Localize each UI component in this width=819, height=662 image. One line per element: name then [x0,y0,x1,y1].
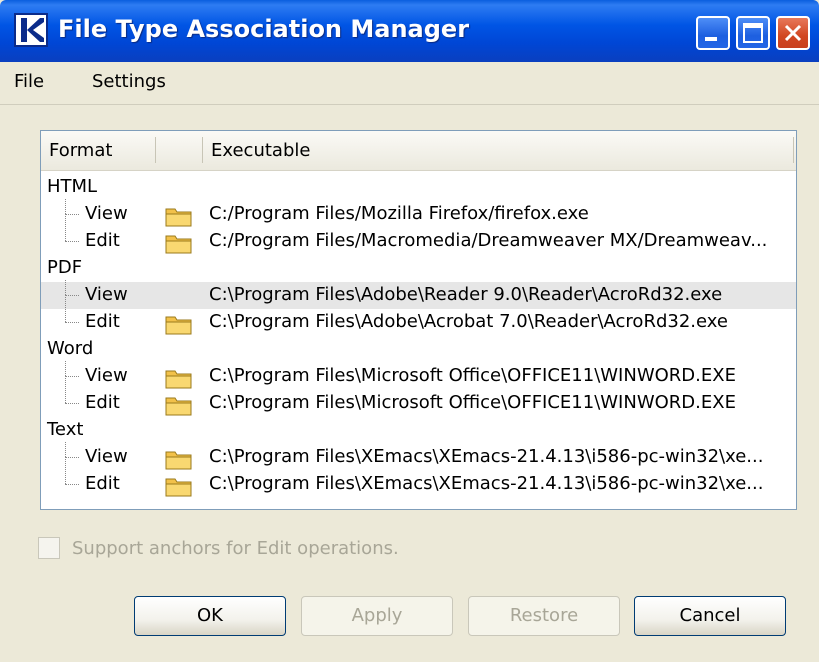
group-label: HTML [47,176,98,197]
folder-icon[interactable] [165,205,193,227]
executable-path: C:/Program Files/Macromedia/Dreamweaver … [209,230,768,251]
table-row[interactable]: Edit C:/Program Files/Macromedia/Dreamwea… [41,214,796,255]
tree-connector [65,376,79,377]
table-header: Format Executable [41,131,796,171]
tree-connector [65,376,66,403]
folder-icon[interactable] [165,475,193,497]
executable-path: C:\Program Files\Microsoft Office\OFFICE… [209,365,736,386]
tree-connector [65,199,66,214]
folder-icon[interactable] [165,232,193,254]
tree-connector [65,457,66,484]
tree-connector [65,442,66,457]
executable-path: C:\Program Files\XEmacs\XEmacs-21.4.13\i… [209,446,764,467]
title-bar[interactable]: File Type Association Manager [0,0,819,62]
maximize-icon [743,23,763,43]
column-header-icon[interactable] [156,131,202,169]
group-row[interactable]: Text [41,417,796,444]
action-label: Edit [85,230,120,251]
table-row[interactable]: View C:/Program Files/Mozilla Firefox/fir… [41,199,796,228]
window-title: File Type Association Manager [58,15,470,43]
tree-connector [65,295,79,296]
menu-bar: File Settings [0,62,819,105]
tree-connector [65,280,66,295]
action-label: Edit [85,473,120,494]
table-row[interactable]: Edit C:\Program Files\XEmacs\XEmacs-21.4.… [41,457,796,498]
tree-connector [65,214,66,241]
tree-connector [65,403,79,404]
menu-file[interactable]: File [14,71,44,92]
association-table[interactable]: Format Executable HTML View C:/Program Fil… [40,130,797,510]
app-logo-icon [14,13,48,47]
action-label: View [85,203,128,224]
minimize-button[interactable] [696,16,730,50]
action-label: View [85,284,128,305]
folder-icon[interactable] [165,367,193,389]
action-label: View [85,365,128,386]
folder-icon[interactable] [165,313,193,335]
cancel-button[interactable]: Cancel [634,596,786,636]
ok-button[interactable]: OK [134,596,286,636]
table-row[interactable]: Edit C:\Program Files\Microsoft Office\OF… [41,376,796,417]
executable-path: C:/Program Files/Mozilla Firefox/firefox… [209,203,589,224]
support-anchors-checkbox[interactable] [38,537,60,559]
restore-button[interactable]: Restore [468,596,620,636]
tree-connector [65,484,79,485]
executable-path: C:\Program Files\XEmacs\XEmacs-21.4.13\i… [209,473,764,494]
column-header-format[interactable]: Format [41,131,155,169]
minimize-icon [705,37,717,41]
executable-path: C:\Program Files\Microsoft Office\OFFICE… [209,392,736,413]
folder-icon[interactable] [165,394,193,416]
group-row[interactable]: PDF [41,255,796,282]
folder-icon[interactable] [165,448,193,470]
group-label: PDF [47,257,83,278]
tree-connector [65,214,79,215]
group-label: Text [47,419,84,440]
table-row[interactable]: Edit C:\Program Files\Adobe\Acrobat 7.0\R… [41,295,796,336]
group-label: Word [47,338,94,359]
tree-connector [65,457,79,458]
close-icon [784,24,802,42]
support-anchors-label: Support anchors for Edit operations. [72,538,399,559]
column-separator [793,137,794,163]
close-button[interactable] [776,16,810,50]
maximize-button[interactable] [736,16,770,50]
action-label: View [85,446,128,467]
action-label: Edit [85,311,120,332]
tree-connector [65,361,66,376]
table-row[interactable]: View C:\Program Files\Microsoft Office\OF… [41,361,796,390]
table-row[interactable]: View C:\Program Files\Adobe\Reader 9.0\Re… [41,280,796,309]
executable-path: C:\Program Files\Adobe\Reader 9.0\Reader… [209,284,723,305]
group-row[interactable]: HTML [41,174,796,201]
executable-path: C:\Program Files\Adobe\Acrobat 7.0\Reade… [209,311,728,332]
column-header-executable[interactable]: Executable [203,131,793,169]
action-label: Edit [85,392,120,413]
tree-connector [65,295,66,322]
apply-button[interactable]: Apply [301,596,453,636]
menu-settings[interactable]: Settings [92,71,166,92]
table-row[interactable]: View C:\Program Files\XEmacs\XEmacs-21.4.… [41,442,796,471]
group-row[interactable]: Word [41,336,796,363]
tree-connector [65,241,79,242]
tree-connector [65,322,79,323]
